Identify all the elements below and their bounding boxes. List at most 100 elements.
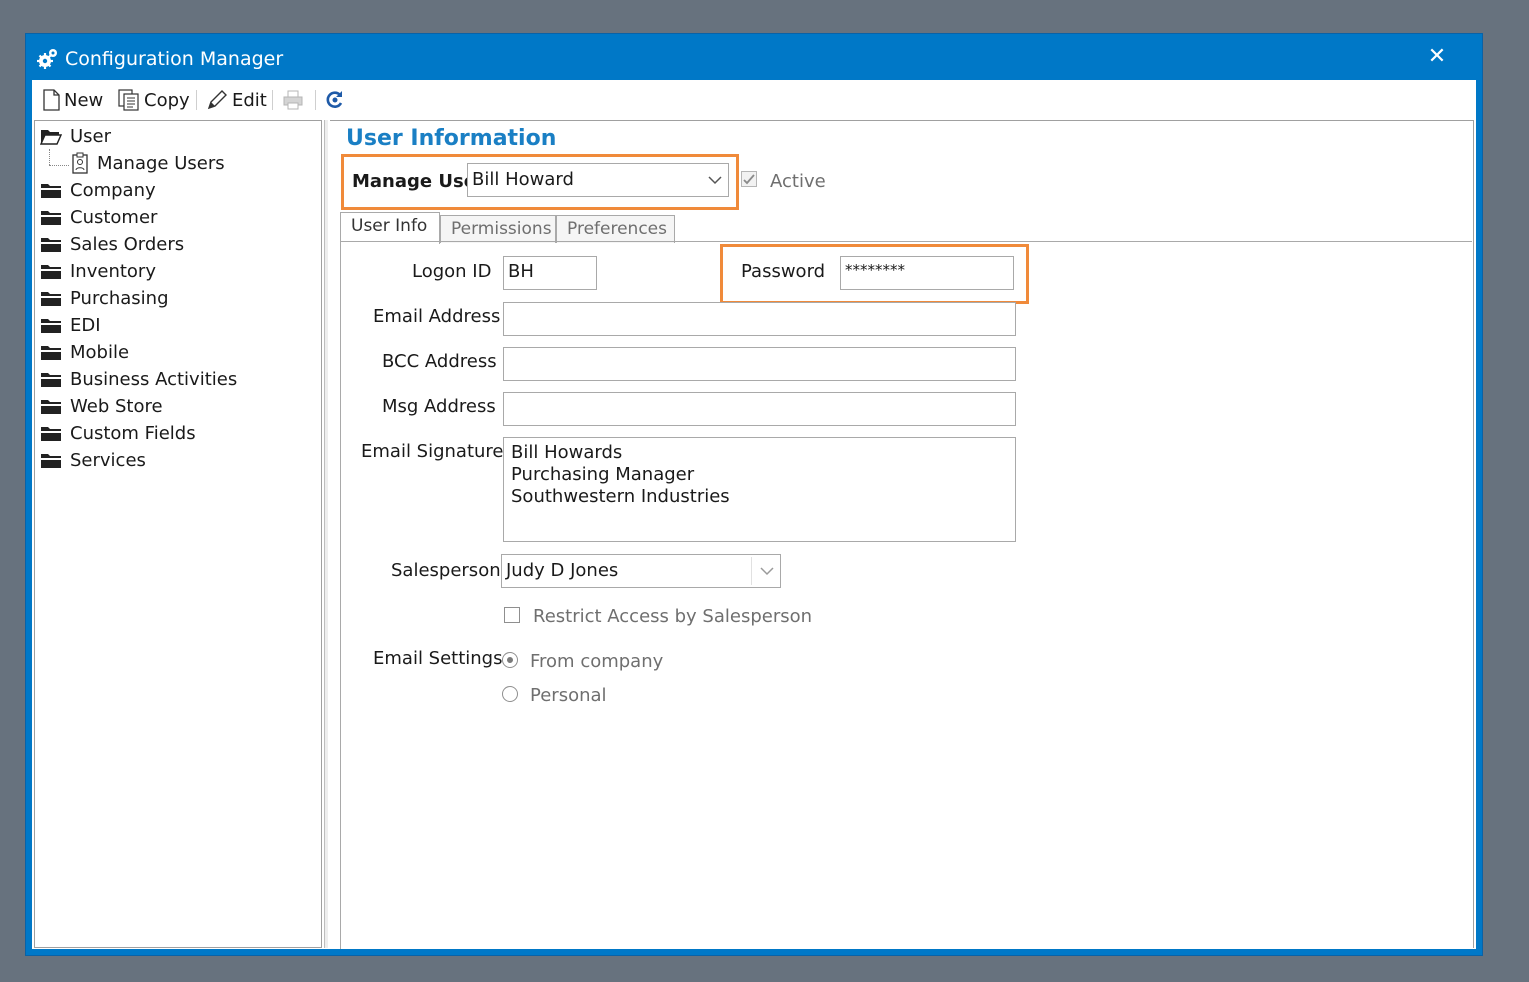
client-area: New Copy Edit User Manage Users Company …: [32, 80, 1476, 949]
folder-icon: [41, 237, 61, 252]
password-label: Password: [741, 261, 826, 282]
new-doc-icon: [43, 89, 60, 111]
salesperson-dropdown[interactable]: Judy D Jones: [501, 554, 781, 588]
folder-open-icon: [40, 129, 62, 145]
chevron-down-icon: [760, 567, 774, 576]
radio-from-company[interactable]: [502, 652, 518, 668]
edit-button[interactable]: Edit: [206, 87, 267, 113]
msg-address-input[interactable]: [503, 392, 1016, 426]
tree-item-label: Custom Fields: [70, 422, 196, 444]
tree-item-label: Business Activities: [70, 368, 238, 390]
copy-button[interactable]: Copy: [118, 87, 190, 113]
folder-icon: [41, 453, 61, 468]
tab-user-info[interactable]: User Info: [340, 212, 440, 244]
tab-preferences[interactable]: Preferences: [556, 215, 675, 243]
tree-item-inventory[interactable]: Inventory: [40, 258, 156, 284]
personal-label: Personal: [530, 685, 607, 706]
from-company-label: From company: [530, 651, 664, 672]
tree-item-label: Purchasing: [70, 287, 169, 309]
refresh-button[interactable]: [324, 87, 346, 113]
active-checkbox[interactable]: [741, 171, 757, 187]
tree-item-label: Web Store: [70, 395, 163, 417]
edit-label: Edit: [232, 89, 267, 111]
tree-item-customer[interactable]: Customer: [40, 204, 157, 230]
folder-icon: [41, 372, 61, 387]
restrict-access-label: Restrict Access by Salesperson: [533, 606, 813, 627]
email-signature-label: Email Signature: [361, 441, 504, 462]
print-button[interactable]: [282, 87, 304, 113]
user-information-panel: User Information Manage User Bill Howard…: [330, 120, 1474, 949]
email-address-input[interactable]: [503, 302, 1016, 336]
logon-id-input[interactable]: BH: [503, 256, 597, 290]
bcc-address-label: BCC Address: [382, 351, 497, 372]
tree-item-label: Manage Users: [97, 152, 225, 174]
new-button[interactable]: New: [42, 87, 103, 113]
titlebar[interactable]: Configuration Manager ✕: [26, 34, 1482, 80]
close-button[interactable]: ✕: [1422, 42, 1452, 72]
radio-personal[interactable]: [502, 686, 518, 702]
manage-user-dropdown[interactable]: Bill Howard: [467, 163, 729, 197]
tree-item-business-activities[interactable]: Business Activities: [40, 366, 237, 392]
radio-dot: [507, 657, 513, 663]
tree-item-purchasing[interactable]: Purchasing: [40, 285, 169, 311]
tree-item-user[interactable]: User: [40, 123, 111, 149]
tree-item-label: EDI: [70, 314, 101, 336]
folder-icon: [41, 345, 61, 360]
tree-item-company[interactable]: Company: [40, 177, 156, 203]
print-icon: [283, 90, 303, 110]
tree-connector: [49, 149, 50, 165]
tree-item-label: Sales Orders: [70, 233, 185, 255]
email-address-label: Email Address: [373, 306, 501, 327]
pane-splitter[interactable]: [324, 120, 328, 948]
folder-icon: [41, 291, 61, 306]
tab-label: Preferences: [567, 219, 667, 239]
close-icon: ✕: [1427, 44, 1447, 69]
password-input[interactable]: ********: [840, 256, 1014, 290]
bcc-address-input[interactable]: [503, 347, 1016, 381]
folder-icon: [41, 399, 61, 414]
tree-item-mobile[interactable]: Mobile: [40, 339, 129, 365]
logon-id-label: Logon ID: [412, 261, 492, 282]
navigation-tree: User Manage Users Company Customer Sales…: [34, 120, 322, 948]
tree-item-label: User: [70, 125, 112, 147]
active-label: Active: [770, 171, 826, 192]
email-signature-textarea[interactable]: Bill Howards Purchasing Manager Southwes…: [503, 437, 1016, 542]
restrict-access-checkbox[interactable]: [504, 607, 520, 623]
tree-item-label: Company: [70, 179, 156, 201]
tree-item-manage-users[interactable]: Manage Users: [71, 150, 225, 176]
salesperson-label: Salesperson: [391, 560, 501, 581]
config-manager-window: Configuration Manager ✕ New Copy Edit Us…: [25, 33, 1483, 956]
manage-user-label: Manage User: [352, 171, 485, 192]
folder-icon: [41, 210, 61, 225]
copy-label: Copy: [144, 89, 190, 111]
tab-permissions[interactable]: Permissions: [440, 215, 556, 243]
tree-item-custom-fields[interactable]: Custom Fields: [40, 420, 196, 446]
section-title: User Information: [346, 126, 557, 151]
copy-icon: [118, 89, 139, 111]
tree-connector: [49, 165, 69, 166]
user-clipboard-icon: [72, 152, 88, 174]
folder-icon: [41, 426, 61, 441]
folder-icon: [41, 183, 61, 198]
tree-item-sales-orders[interactable]: Sales Orders: [40, 231, 184, 257]
edit-icon: [207, 90, 227, 110]
new-label: New: [64, 89, 104, 111]
tree-item-web-store[interactable]: Web Store: [40, 393, 163, 419]
gears-icon: [37, 49, 57, 69]
email-settings-label: Email Settings: [373, 648, 503, 669]
refresh-icon: [326, 91, 343, 108]
dropdown-divider: [751, 557, 752, 585]
salesperson-value: Judy D Jones: [506, 560, 619, 581]
tree-item-label: Mobile: [70, 341, 130, 363]
manage-user-value: Bill Howard: [472, 169, 574, 190]
tree-item-label: Services: [70, 449, 146, 471]
tree-item-services[interactable]: Services: [40, 447, 146, 473]
toolbar-separator: [196, 90, 197, 110]
tree-item-label: Inventory: [70, 260, 156, 282]
signature-line: Bill Howards: [511, 442, 623, 463]
toolbar-separator: [272, 90, 273, 110]
tab-label: Permissions: [451, 219, 552, 239]
tree-item-edi[interactable]: EDI: [40, 312, 101, 338]
msg-address-label: Msg Address: [382, 396, 496, 417]
tree-item-label: Customer: [70, 206, 158, 228]
